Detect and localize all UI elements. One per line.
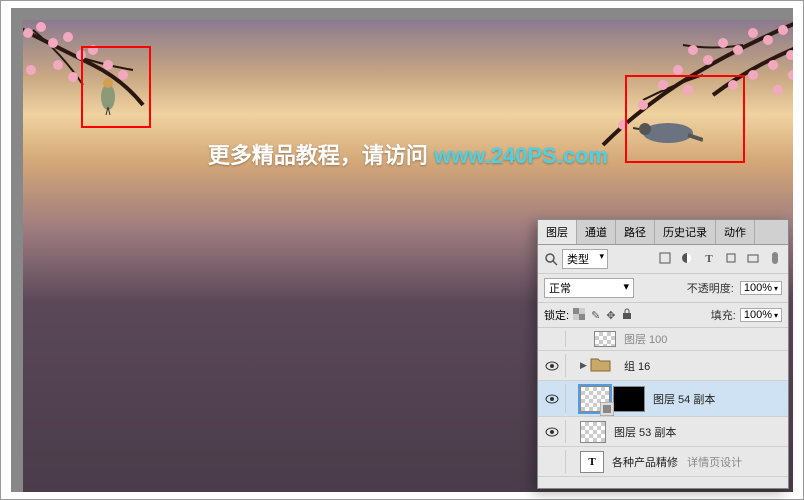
- lock-row: 锁定: ✎ ✥ 填充: 100%▾: [538, 303, 788, 328]
- visibility-eye-icon[interactable]: [545, 361, 559, 371]
- lock-label: 锁定:: [544, 307, 569, 323]
- layer-row-text[interactable]: T 各种产品精修 详情页设计: [538, 447, 788, 477]
- text-layer-icon: T: [580, 451, 604, 473]
- smart-object-icon: [600, 402, 614, 416]
- layers-panel[interactable]: 图层 通道 路径 历史记录 动作 类型 T 正常▾ 不透明度:: [537, 219, 789, 489]
- tab-paths[interactable]: 路径: [616, 220, 655, 244]
- layer-name: 图层 100: [624, 331, 788, 347]
- blend-mode-select[interactable]: 正常▾: [544, 278, 634, 298]
- layer-row-active[interactable]: 图层 54 副本: [538, 381, 788, 417]
- layer-name: 图层 54 副本: [653, 391, 788, 407]
- layer-name: 图层 53 副本: [614, 424, 788, 440]
- tab-channels[interactable]: 通道: [577, 220, 616, 244]
- disclosure-icon[interactable]: ▶: [580, 360, 590, 371]
- layer-row[interactable]: 图层 53 副本: [538, 417, 788, 447]
- layer-thumbnail: [580, 421, 606, 443]
- layer-row-group[interactable]: ▶ 组 16: [538, 351, 788, 381]
- lock-all-icon[interactable]: [622, 308, 632, 323]
- opacity-label: 不透明度:: [687, 280, 734, 296]
- search-icon: [544, 252, 558, 266]
- tab-history[interactable]: 历史记录: [655, 220, 716, 244]
- lock-transparency-icon[interactable]: [573, 308, 585, 323]
- layer-row[interactable]: 图层 100: [538, 328, 788, 351]
- tab-layers[interactable]: 图层: [538, 220, 577, 244]
- tutorial-watermark: 更多精品教程，请访问 www.240PS.com: [208, 138, 608, 170]
- selection-marker-right: [625, 75, 745, 163]
- layer-name: 各种产品精修 详情页设计: [612, 454, 788, 470]
- filter-type-select[interactable]: 类型: [562, 249, 608, 269]
- layer-list: 图层 100 ▶ 组 16 图层 54 副本: [538, 328, 788, 477]
- watermark-text-white: 更多精品教程，请访问: [208, 143, 434, 168]
- lock-pixels-icon[interactable]: ✎: [591, 309, 600, 322]
- fill-input[interactable]: 100%▾: [740, 308, 782, 322]
- filter-text-icon[interactable]: T: [702, 253, 716, 265]
- filter-pixel-icon[interactable]: [658, 252, 672, 267]
- watermark-text-url: www.240PS.com: [434, 143, 608, 168]
- selection-marker-left: [81, 46, 151, 128]
- layer-filter-row: 类型 T: [538, 245, 788, 274]
- filter-shape-icon[interactable]: [724, 252, 738, 267]
- visibility-eye-icon[interactable]: [545, 427, 559, 437]
- fill-label: 填充:: [711, 307, 736, 323]
- layer-mask-thumbnail: [613, 386, 645, 412]
- layer-thumbnail: [594, 331, 616, 347]
- opacity-input[interactable]: 100%▾: [740, 281, 782, 295]
- tab-actions[interactable]: 动作: [716, 220, 755, 244]
- panel-tabs: 图层 通道 路径 历史记录 动作: [538, 220, 788, 245]
- layer-name: 组 16: [624, 358, 788, 374]
- blend-mode-row: 正常▾ 不透明度: 100%▾: [538, 274, 788, 303]
- visibility-eye-icon[interactable]: [545, 394, 559, 404]
- lock-position-icon[interactable]: ✥: [606, 309, 615, 322]
- filter-toggle-icon[interactable]: [768, 251, 782, 268]
- filter-adjust-icon[interactable]: [680, 252, 694, 267]
- folder-icon: [590, 355, 616, 377]
- filter-smart-icon[interactable]: [746, 252, 760, 267]
